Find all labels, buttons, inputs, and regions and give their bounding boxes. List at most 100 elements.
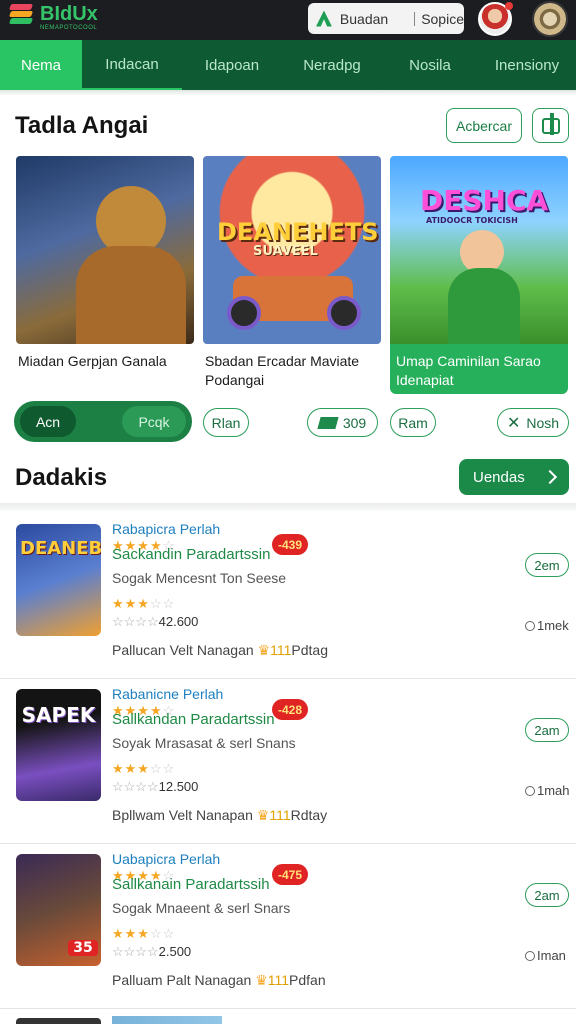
- list-item[interactable]: 35 Uabapicra Perlah ★★★★☆ Sallkanain Par…: [0, 844, 576, 1009]
- close-icon: ✕: [506, 414, 521, 432]
- time-pill[interactable]: 2em: [525, 553, 569, 577]
- settings-medallion-icon[interactable]: [532, 1, 568, 37]
- search-divider: [414, 11, 416, 26]
- item-title: Sallkandan Paradartssin: [112, 711, 275, 728]
- featured-card-highlighted[interactable]: DESHCA ATIDOOCR TOKICISH Umap Caminilan …: [390, 156, 568, 394]
- search-extra: Sopice: [421, 10, 464, 27]
- tab-label: Neradpg: [303, 56, 361, 74]
- art-subtitle: ATIDOOCR TOKICISH: [426, 216, 518, 225]
- top-bar: BIdUx NEMAPOTOCOOL Buadan Sopice: [0, 0, 576, 40]
- rating-stars-icon: ★★★☆☆: [112, 761, 176, 776]
- button-label: Uendas: [473, 468, 525, 486]
- featured-card[interactable]: Miadan Gerpjan Ganala: [16, 156, 194, 394]
- section-divider: [0, 503, 576, 511]
- rating-count: ☆☆☆☆12.500: [112, 779, 199, 794]
- notification-dot: [505, 2, 513, 10]
- item-title: Sallkanain Paradartssih: [112, 876, 270, 893]
- thumbnail-text: 35: [68, 940, 98, 956]
- nav-shadow: [0, 90, 576, 96]
- time-pill[interactable]: 2am: [525, 718, 569, 742]
- logo-icon: [8, 4, 34, 24]
- card-title: Miadan Gerpjan Ganala: [18, 353, 167, 369]
- search-logo-icon: [316, 10, 332, 27]
- toggle-label: Acn: [35, 413, 61, 430]
- crown-icon: ♛: [255, 972, 268, 988]
- next-item-category: [112, 1016, 222, 1024]
- featured-card[interactable]: DEANEHETS SUAVEEL Sbadan Ercadar Maviate…: [203, 156, 381, 394]
- gift-icon: [542, 113, 560, 135]
- soldier-helmet-art-icon: [16, 156, 194, 344]
- tab-nosila[interactable]: Nosila: [382, 40, 478, 90]
- item-category: Rabanicne Perlah: [112, 686, 224, 702]
- tab-label: Indacan: [105, 55, 159, 73]
- list-item[interactable]: DEANEBEI Rabapicra Perlah ★★★★☆ Sackandi…: [0, 514, 576, 679]
- art-title: DEANEHETS: [217, 218, 379, 246]
- toggle-option-off[interactable]: Pcqk: [122, 406, 186, 437]
- item-subtitle: Soyak Mrasasat & serl Snans: [112, 735, 296, 751]
- cartoon-sport-art-icon: DESHCA ATIDOOCR TOKICISH: [390, 156, 568, 344]
- pill-label: 2am: [534, 887, 560, 903]
- discount-badge: -439: [272, 534, 309, 555]
- list-action-button[interactable]: Uendas: [459, 459, 569, 495]
- rating-count: ☆☆☆☆42.600: [112, 614, 199, 629]
- item-subtitle: Sogak Mnaeent & serl Snars: [112, 900, 291, 916]
- list-item[interactable]: SAPEK Rabanicne Perlah ★★★★☆ Sallkandan …: [0, 679, 576, 844]
- item-title: Sackandin Paradartssin: [112, 546, 271, 563]
- featured-title: Tadla Angai: [15, 112, 149, 139]
- chip-label: Rlan: [211, 414, 241, 431]
- item-footer: Palluam Palt Nanagan ♛111Pdfan: [112, 972, 326, 988]
- tab-neradpg[interactable]: Neradpg: [282, 40, 382, 90]
- filter-chip[interactable]: Ram: [390, 408, 436, 437]
- nav-tabs: Nema Indacan Idapoan Neradpg Nosila Inen…: [0, 40, 576, 90]
- tab-label: Idapoan: [204, 56, 260, 74]
- toggle-label: Pcqk: [138, 413, 170, 430]
- thumbnail-text: SAPEK: [21, 703, 96, 727]
- next-item-thumbnail: [16, 1018, 101, 1024]
- outline-stars-icon: ☆☆☆☆: [112, 614, 159, 629]
- item-meta: Iman: [525, 948, 566, 963]
- tab-nema[interactable]: Nema: [0, 40, 82, 90]
- item-category: Uabapicra Perlah: [112, 851, 221, 867]
- clock-icon: [525, 951, 535, 961]
- art-subtitle: SUAVEEL: [253, 244, 318, 259]
- game-thumbnail-icon: DEANEBEI: [16, 524, 101, 636]
- view-toggle[interactable]: Acn Pcqk: [14, 401, 192, 442]
- tab-indacan[interactable]: Indacan: [82, 40, 182, 90]
- art-title: DESHCA: [420, 184, 549, 217]
- toggle-option-on[interactable]: Acn: [20, 406, 76, 437]
- item-meta: 1mah: [525, 783, 570, 798]
- thumbnail-text: DEANEBEI: [20, 538, 101, 559]
- ticket-icon: [317, 416, 339, 429]
- app-logo[interactable]: BIdUx: [8, 3, 98, 25]
- pill-label: 2em: [534, 557, 560, 573]
- rating-stars-icon: ★★★☆☆: [112, 926, 176, 941]
- search-box[interactable]: Buadan Sopice: [308, 3, 464, 34]
- clock-icon: [525, 786, 535, 796]
- tab-label: Nosila: [409, 56, 451, 74]
- button-label: Acbercar: [455, 117, 513, 134]
- chip-label: Nosh: [526, 414, 560, 431]
- filter-chip-ticket[interactable]: 309: [307, 408, 378, 437]
- item-subtitle: Sogak Mencesnt Ton Seese: [112, 570, 287, 586]
- gift-button[interactable]: [532, 108, 569, 143]
- outline-stars-icon: ☆☆☆☆: [112, 944, 159, 959]
- chevron-right-icon: [542, 469, 558, 485]
- featured-action-button[interactable]: Acbercar: [446, 108, 522, 143]
- item-meta: 1mek: [525, 618, 569, 633]
- tab-idapoan[interactable]: Idapoan: [182, 40, 282, 90]
- crown-icon: ♛: [257, 642, 271, 658]
- discount-badge: -475: [272, 864, 309, 885]
- rating-count: ☆☆☆☆2.500: [112, 944, 192, 959]
- search-label: Buadan: [339, 10, 389, 27]
- chip-label: Ram: [398, 414, 428, 431]
- item-category: Rabapicra Perlah: [112, 521, 221, 537]
- time-pill[interactable]: 2am: [525, 883, 569, 907]
- logo-subtitle: NEMAPOTOCOOL: [40, 25, 98, 31]
- filter-chip-close[interactable]: ✕ Nosh: [497, 408, 569, 437]
- outline-stars-icon: ☆☆☆☆: [112, 779, 159, 794]
- tab-inensiony[interactable]: Inensiony: [478, 40, 576, 90]
- card-title: Umap Caminilan Sarao Idenapiat: [396, 353, 541, 388]
- filter-chip[interactable]: Rlan: [203, 408, 249, 437]
- logo-text: BIdUx: [40, 3, 98, 25]
- list-title: Dadakis: [15, 464, 108, 491]
